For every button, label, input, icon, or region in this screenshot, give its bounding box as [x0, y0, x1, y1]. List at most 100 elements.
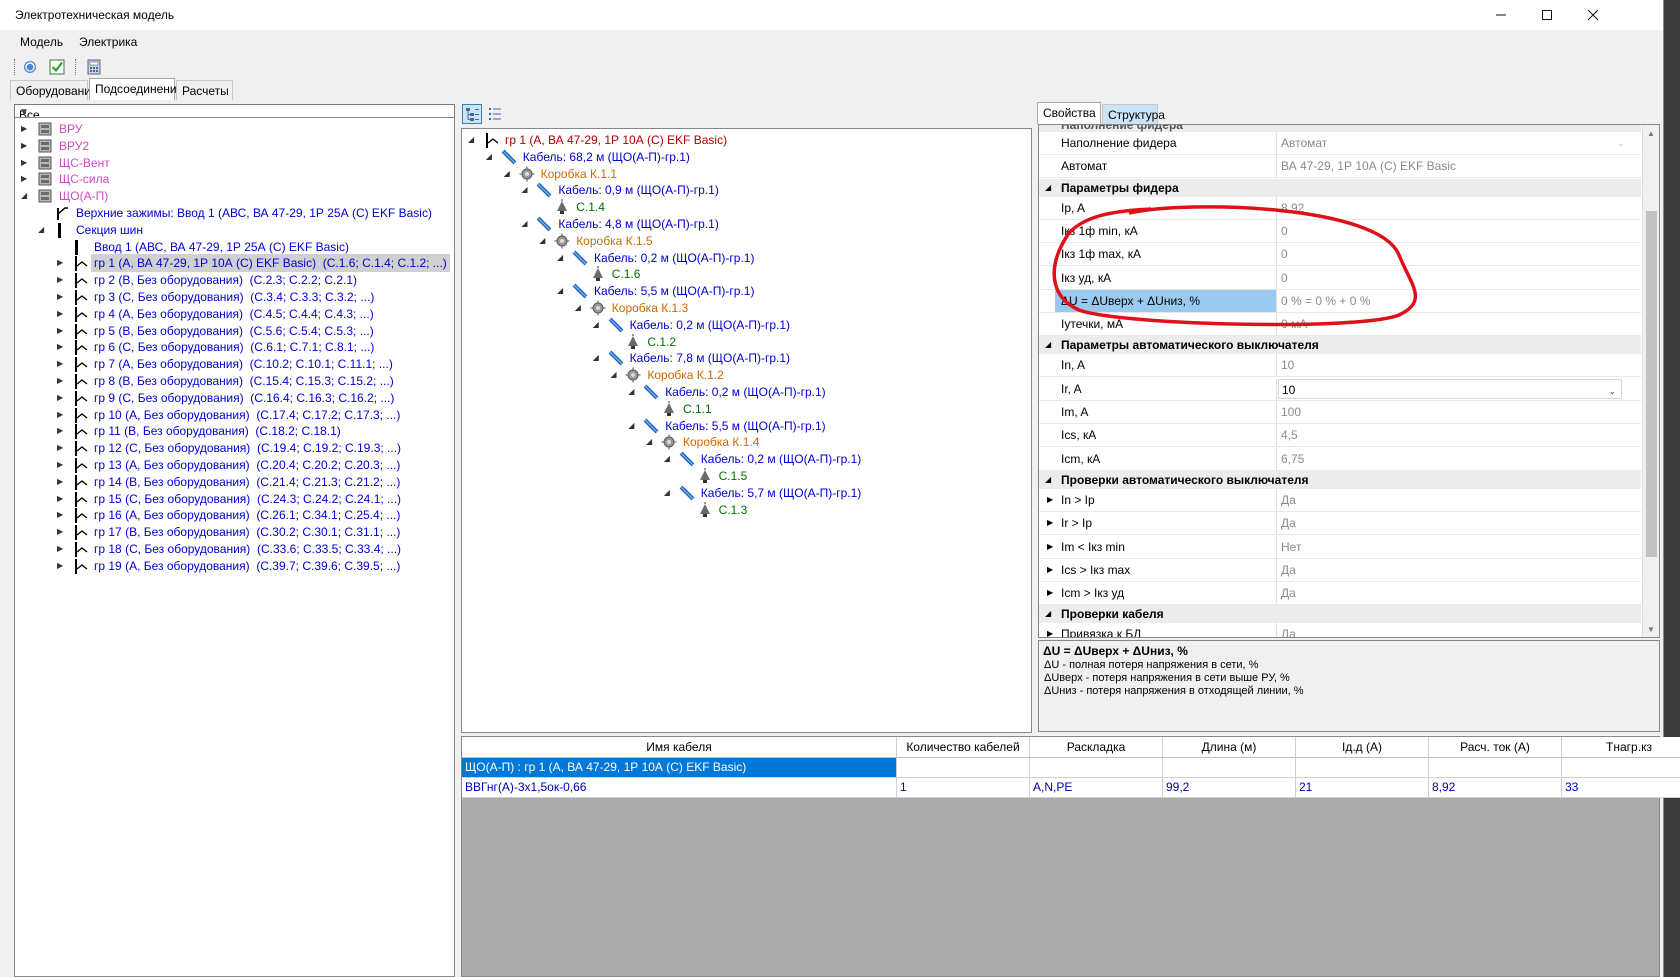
tree-node-group[interactable]: ▶ гр 12 (С, Без оборудования) (С.19.4; С.…: [15, 439, 445, 457]
expand-arrow-icon[interactable]: ▶: [57, 305, 67, 323]
tree-node-group[interactable]: ▶ гр 13 (А, Без оборудования) (С.20.4; С.…: [15, 456, 445, 474]
property-row[interactable]: In, A 10: [1039, 354, 1641, 378]
menu-model[interactable]: Модель: [20, 35, 63, 49]
expand-arrow-icon[interactable]: ▶: [57, 254, 67, 272]
expand-arrow-icon[interactable]: ▶: [57, 523, 67, 541]
tree-node-lamp[interactable]: С.1.1: [462, 400, 1022, 418]
collapse-arrow-icon[interactable]: ◢: [521, 215, 531, 233]
tree-node-group[interactable]: ▶ гр 11 (В, Без оборудования) (С.18.2; С.…: [15, 422, 445, 440]
column-header[interactable]: Тнагр.кз: [1562, 737, 1680, 758]
group-row-cell[interactable]: ЩО(А-П) : гр 1 (А, ВА 47-29, 1Р 10А (С) …: [462, 758, 897, 778]
property-row[interactable]: ▶ In > Ip Да: [1039, 488, 1641, 512]
tree-node-group[interactable]: ▶ гр 17 (В, Без оборудования) (С.30.2; С.…: [15, 523, 445, 541]
expand-arrow-icon[interactable]: ▶: [21, 170, 31, 188]
property-category[interactable]: ◢ Проверки автоматического выключателя: [1039, 470, 1641, 489]
tree-node-board[interactable]: ▶ ВРУ: [15, 120, 445, 138]
property-grid[interactable]: Наполнение фидера Наполнение фидера Автома…: [1038, 124, 1660, 638]
refresh-icon[interactable]: [21, 58, 39, 76]
minimize-button[interactable]: [1478, 0, 1524, 30]
collapse-arrow-icon[interactable]: ◢: [557, 282, 567, 300]
tree-node-cable[interactable]: ◢ Кабель: 4,8 м (ЩО(А-П)-гр.1): [462, 215, 1022, 233]
collapse-arrow-icon[interactable]: ◢: [575, 299, 585, 317]
collapse-arrow-icon[interactable]: ◢: [664, 484, 674, 502]
grid-cell[interactable]: 33: [1562, 778, 1680, 798]
column-header[interactable]: Iд.д (А): [1296, 737, 1429, 758]
menu-electrics[interactable]: Электрика: [79, 35, 137, 49]
grid-cell[interactable]: 21: [1296, 778, 1429, 798]
collapse-arrow-icon[interactable]: ◢: [628, 417, 638, 435]
grid-cell-empty[interactable]: [1562, 758, 1680, 778]
collapse-arrow-icon[interactable]: ◢: [21, 187, 31, 205]
expand-arrow-icon[interactable]: ▶: [1047, 489, 1053, 511]
collapse-arrow-icon[interactable]: ◢: [521, 181, 531, 199]
column-header[interactable]: Имя кабеля: [462, 737, 897, 758]
tree-node-board[interactable]: ▶ ЩС-Вент: [15, 154, 445, 172]
list-view-button[interactable]: [485, 104, 505, 124]
scroll-down-icon[interactable]: ▼: [1647, 625, 1655, 634]
grid-cell-empty[interactable]: [1163, 758, 1296, 778]
expand-arrow-icon[interactable]: ▶: [57, 355, 67, 373]
tree-node-lamp[interactable]: С.1.2: [462, 333, 1022, 351]
expand-arrow-icon[interactable]: ▶: [1047, 582, 1053, 604]
connections-tree[interactable]: ▶ ВРУ ▶ ВРУ2 ▶ ЩС-Вент ▶ ЩС-сила ◢ ЩО(А-П) Верхние…: [14, 117, 455, 977]
tree-view-button[interactable]: [462, 104, 482, 124]
tree-node-group[interactable]: ▶ гр 10 (А, Без оборудования) (С.17.4; С.…: [15, 406, 445, 424]
expand-arrow-icon[interactable]: ▶: [57, 406, 67, 424]
grid-cell-empty[interactable]: [1030, 758, 1163, 778]
expand-arrow-icon[interactable]: ▶: [57, 389, 67, 407]
grid-cell-empty[interactable]: [897, 758, 1030, 778]
collapse-arrow-icon[interactable]: ◢: [1045, 471, 1051, 489]
expand-arrow-icon[interactable]: ▶: [57, 288, 67, 306]
property-row[interactable]: Iкз 1ф max, кА 0: [1039, 243, 1641, 267]
tree-node-cable[interactable]: ◢ Кабель: 5,7 м (ЩО(А-П)-гр.1): [462, 484, 1022, 502]
tree-node-board[interactable]: ▶ ЩС-сила: [15, 170, 445, 188]
property-row[interactable]: ▶ Icm > Iкз уд Да: [1039, 582, 1641, 606]
expand-arrow-icon[interactable]: ▶: [57, 338, 67, 356]
scroll-thumb[interactable]: [1646, 211, 1657, 557]
collapse-arrow-icon[interactable]: ◢: [646, 433, 656, 451]
collapse-arrow-icon[interactable]: ◢: [1045, 605, 1051, 623]
grid-cell[interactable]: 99,2: [1163, 778, 1296, 798]
tree-node-cable[interactable]: ◢ Кабель: 0,2 м (ЩО(А-П)-гр.1): [462, 450, 1022, 468]
grid-cell[interactable]: 8,92: [1429, 778, 1562, 798]
grid-cell[interactable]: A,N,PE: [1030, 778, 1163, 798]
property-row[interactable]: Автомат ВА 47-29, 1Р 10А (С) EKF Basic: [1039, 155, 1641, 179]
expand-arrow-icon[interactable]: ▶: [57, 540, 67, 558]
tree-node-box[interactable]: ◢ Коробка К.1.1: [462, 165, 1022, 183]
tab-properties[interactable]: Свойства: [1037, 102, 1101, 124]
collapse-arrow-icon[interactable]: ◢: [593, 349, 603, 367]
tree-node-cable[interactable]: ◢ Кабель: 0,2 м (ЩО(А-П)-гр.1): [462, 383, 1022, 401]
collapse-arrow-icon[interactable]: ◢: [628, 383, 638, 401]
property-scrollbar[interactable]: ▲ ▼: [1642, 125, 1659, 637]
property-row[interactable]: Iкз 1ф min, кА 0: [1039, 219, 1641, 243]
tree-node-lamp[interactable]: С.1.4: [462, 198, 1022, 216]
collapse-arrow-icon[interactable]: ◢: [610, 366, 620, 384]
property-row[interactable]: Ip, A 8,92: [1039, 196, 1641, 220]
grid-cell[interactable]: 1: [897, 778, 1030, 798]
tree-node-group[interactable]: ▶ гр 16 (А, Без оборудования) (С.26.1; С.…: [15, 506, 445, 524]
group-structure-tree[interactable]: ◢ гр 1 (А, ВА 47-29, 1Р 10А (С) EKF Basic…: [461, 128, 1032, 733]
property-category[interactable]: ◢ Параметры фидера: [1039, 178, 1641, 197]
collapse-arrow-icon[interactable]: ◢: [486, 148, 496, 166]
tree-node-group[interactable]: ▶ гр 2 (В, Без оборудования) (С.2.3; С.2.…: [15, 271, 445, 289]
collapse-arrow-icon[interactable]: ◢: [1045, 336, 1051, 354]
tree-node-cable[interactable]: ◢ Кабель: 5,5 м (ЩО(А-П)-гр.1): [462, 282, 1022, 300]
tree-node-group[interactable]: ▶ гр 1 (А, ВА 47-29, 1Р 10А (С) EKF Basic…: [15, 254, 450, 273]
collapse-arrow-icon[interactable]: ◢: [468, 131, 478, 149]
tree-node-group[interactable]: ▶ гр 6 (С, Без оборудования) (С.6.1; С.7.…: [15, 338, 445, 356]
check-icon[interactable]: [48, 58, 66, 76]
expand-arrow-icon[interactable]: ▶: [1047, 536, 1053, 558]
property-category[interactable]: ◢ Проверки кабеля: [1039, 605, 1641, 624]
collapse-arrow-icon[interactable]: ◢: [504, 165, 514, 183]
tree-node-box[interactable]: ◢ Коробка К.1.5: [462, 232, 1022, 250]
tree-node-cable[interactable]: ◢ Кабель: 5,5 м (ЩО(А-П)-гр.1): [462, 417, 1022, 435]
scroll-up-icon[interactable]: ▲: [1647, 129, 1655, 138]
expand-arrow-icon[interactable]: ▶: [21, 137, 31, 155]
tree-node-box[interactable]: ◢ Коробка К.1.4: [462, 433, 1022, 451]
property-row[interactable]: ▶ Привязка к БД Да: [1039, 623, 1641, 637]
property-row[interactable]: ▶ Ics > Iкз max Да: [1039, 558, 1641, 582]
tree-node-group[interactable]: ▶ гр 19 (А, Без оборудования) (С.39.7; С.…: [15, 557, 445, 575]
chevron-down-icon[interactable]: ⌄: [1608, 380, 1616, 402]
tree-node-group[interactable]: ▶ гр 14 (В, Без оборудования) (С.21.4; С.…: [15, 473, 445, 491]
collapse-arrow-icon[interactable]: ◢: [664, 450, 674, 468]
